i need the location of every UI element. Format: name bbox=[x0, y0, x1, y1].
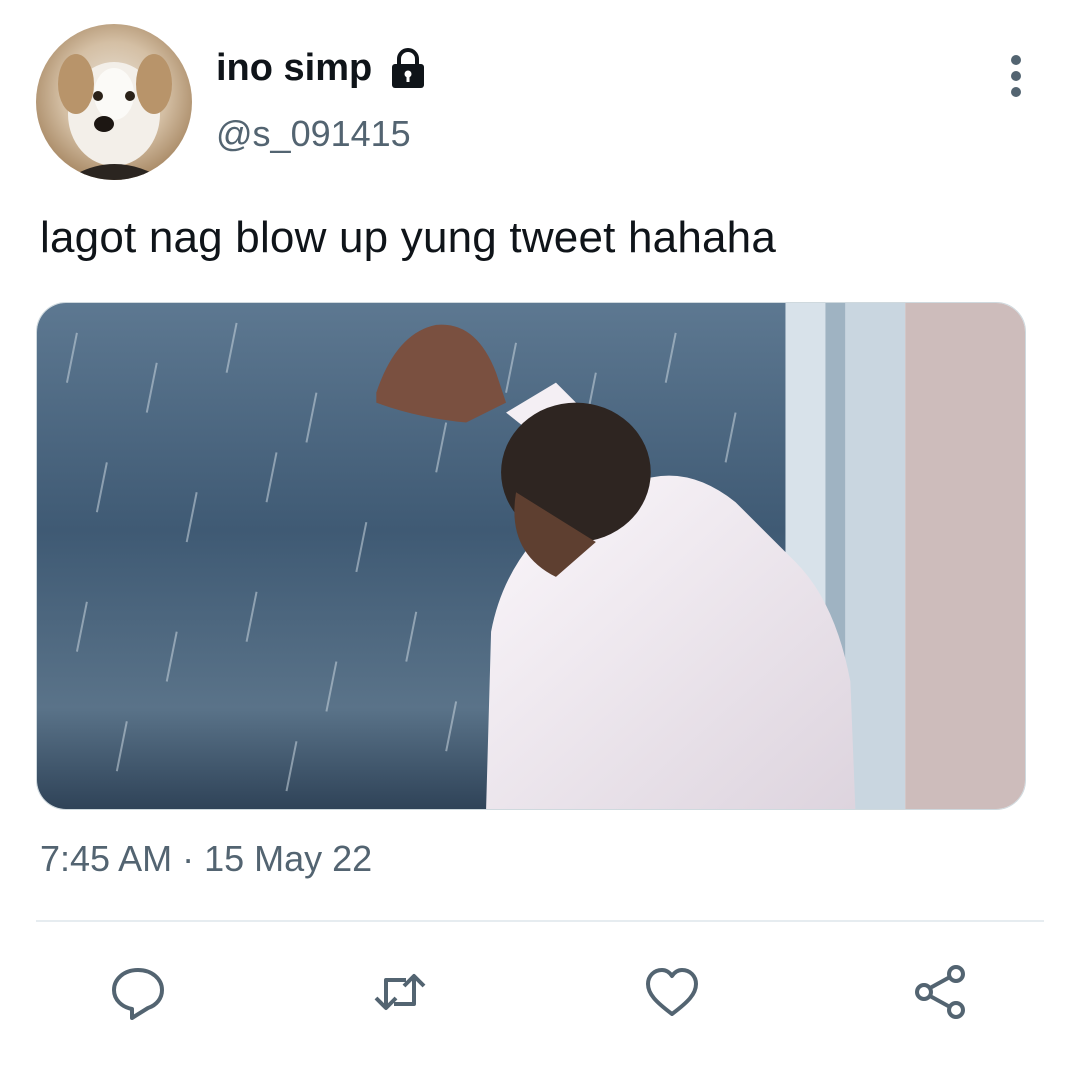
tweet-timestamp[interactable]: 7:45 AM · 15 May 22 bbox=[40, 836, 372, 882]
tweet-date: 15 May 22 bbox=[204, 838, 373, 879]
share-icon[interactable] bbox=[910, 962, 970, 1022]
heart-icon[interactable] bbox=[642, 962, 702, 1022]
tweet-time: 7:45 AM bbox=[40, 838, 173, 879]
timestamp-separator: · bbox=[172, 838, 205, 879]
tweet-media-image[interactable] bbox=[36, 302, 1026, 810]
lock-icon bbox=[386, 46, 430, 90]
dog-avatar-image bbox=[58, 54, 172, 180]
reply-icon[interactable] bbox=[108, 962, 168, 1022]
tweet-text: lagot nag blow up yung tweet hahaha bbox=[40, 213, 777, 262]
more-vertical-icon[interactable] bbox=[996, 50, 1036, 102]
display-name-row: ino simp bbox=[216, 44, 430, 92]
user-handle[interactable]: @s_091415 bbox=[216, 112, 411, 156]
avatar[interactable] bbox=[36, 24, 192, 180]
retweet-icon[interactable] bbox=[370, 962, 430, 1022]
divider bbox=[36, 920, 1044, 922]
display-name[interactable]: ino simp bbox=[216, 44, 372, 92]
